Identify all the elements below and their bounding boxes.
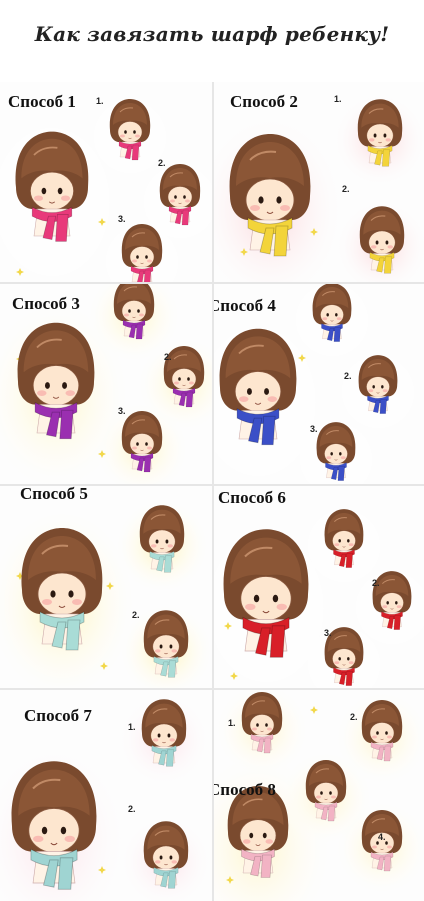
step-number: 1.	[334, 94, 342, 104]
method-7-label: Способ 7	[24, 706, 92, 725]
page-title: Как завязать шарф ребенку!	[34, 22, 390, 46]
method-panel-2: 1. 2. Способ 2	[214, 82, 424, 282]
step-number: 2.	[372, 578, 380, 588]
method-2-label: Способ 2	[230, 92, 298, 111]
divider	[0, 484, 424, 486]
step-number: 3.	[118, 214, 126, 224]
step-number: 1.	[228, 718, 236, 728]
method-panel-8: 1. 2. 4. Способ 8	[214, 690, 424, 901]
method-panel-3: 2. 3. Способ 3	[0, 284, 212, 484]
divider	[212, 82, 214, 901]
step-number: 2.	[342, 184, 350, 194]
step-number: 2.	[350, 712, 358, 722]
divider	[0, 688, 424, 690]
method-panel-1: 1. 2. 3. Способ 1	[0, 82, 212, 282]
step-number: 3.	[324, 628, 332, 638]
method-3-label: Способ 3	[12, 294, 80, 313]
page: Как завязать шарф ребенку! 1. 2. 3. Способ…	[0, 0, 424, 901]
method-6-label: Способ 6	[218, 488, 286, 507]
method-1-illustration: 1. 2. 3.	[0, 93, 212, 282]
step-number: 1.	[96, 96, 104, 106]
method-8-label: Способ 8	[214, 780, 276, 799]
methods-grid: 1. 2. 3. Способ 1 1. 2. Способ 2 2. 3. Спосо…	[0, 82, 424, 901]
step-number: 2.	[158, 158, 166, 168]
method-4-label: Способ 4	[214, 296, 276, 315]
method-panel-7: 1. 2. Способ 7	[0, 690, 212, 901]
step-number: 2.	[164, 352, 172, 362]
method-panel-4: 2. 3. Способ 4	[214, 284, 424, 484]
divider	[0, 282, 424, 284]
step-number: 2.	[344, 371, 352, 381]
method-panel-6: 2. 3. Способ 6	[214, 486, 424, 688]
step-number: 3.	[118, 406, 126, 416]
method-5-illustration: 2.	[0, 502, 210, 688]
method-2-illustration: 1. 2.	[214, 94, 424, 282]
method-5-label: Способ 5	[20, 486, 88, 503]
step-number: 4.	[378, 832, 386, 842]
step-number: 1.	[128, 722, 136, 732]
method-6-illustration: 2. 3.	[214, 502, 424, 688]
method-1-label: Способ 1	[8, 92, 76, 111]
step-number: 2.	[128, 804, 136, 814]
method-3-illustration: 2. 3.	[0, 284, 212, 484]
step-number: 3.	[310, 424, 318, 434]
sparkle-icon	[310, 706, 318, 714]
method-panel-5: 2. Способ 5	[0, 486, 212, 688]
step-number: 2.	[132, 610, 140, 620]
